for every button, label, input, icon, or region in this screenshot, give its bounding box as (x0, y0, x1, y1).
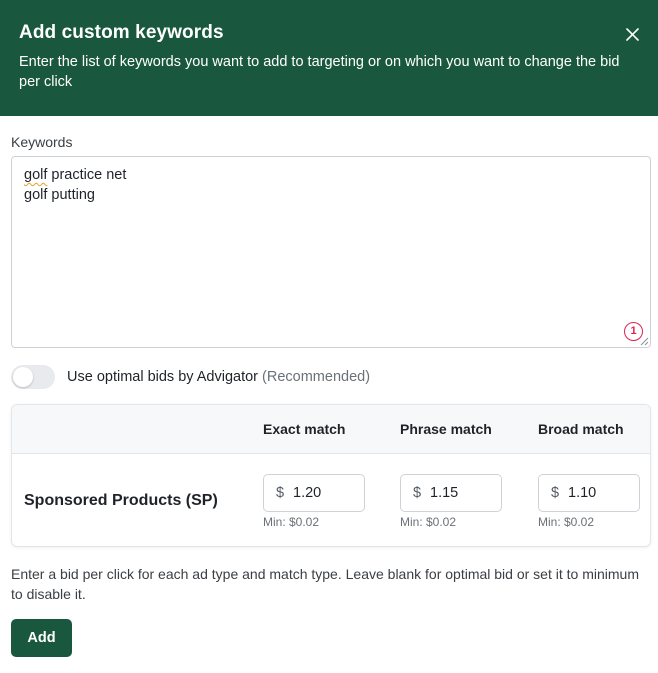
resize-handle-icon[interactable] (640, 337, 649, 346)
help-text: Enter a bid per click for each ad type a… (11, 566, 639, 602)
dialog-subtitle: Enter the list of keywords you want to a… (19, 54, 620, 90)
optimal-bids-text: Use optimal bids by Advigator (67, 369, 259, 385)
phrase-bid-input[interactable]: $ 1.15 (400, 474, 502, 512)
keyword-text: practice net (47, 167, 127, 183)
close-icon (626, 28, 639, 41)
recommended-note: (Recommended) (262, 369, 371, 385)
keywords-label: Keywords (11, 134, 73, 150)
toggle-knob (13, 367, 33, 387)
column-header-phrase: Phrase match (400, 421, 492, 437)
keyword-line: golf putting (24, 187, 95, 203)
close-button[interactable] (624, 26, 641, 43)
row-label-sponsored-products: Sponsored Products (SP) (24, 492, 218, 509)
bid-value: 1.15 (430, 485, 459, 501)
keyword-line: golf practice net (24, 167, 126, 183)
broad-bid-min: Min: $0.02 (538, 515, 595, 529)
bid-table: Exact match Phrase match Broad match Spo… (11, 404, 651, 547)
dialog-header: Add custom keywords Enter the list of ke… (0, 0, 658, 116)
add-button[interactable]: Add (11, 619, 72, 657)
misspelled-word: golf (24, 167, 48, 183)
column-header-broad: Broad match (538, 421, 624, 437)
bid-value: 1.10 (568, 485, 597, 501)
bid-value: 1.20 (293, 485, 322, 501)
exact-bid-input[interactable]: $ 1.20 (263, 474, 365, 512)
phrase-bid-min: Min: $0.02 (400, 515, 457, 529)
keyword-text: golf putting (24, 187, 95, 203)
currency-symbol: $ (276, 485, 285, 501)
column-header-exact: Exact match (263, 421, 346, 437)
optimal-bids-label: Use optimal bids by Advigator (Recommend… (67, 369, 370, 385)
dialog-title: Add custom keywords (19, 22, 224, 43)
keywords-textarea[interactable]: golf practice net golf putting 1 (11, 156, 651, 348)
exact-bid-min: Min: $0.02 (263, 515, 320, 529)
optimal-bids-toggle[interactable] (11, 365, 55, 389)
broad-bid-input[interactable]: $ 1.10 (538, 474, 640, 512)
currency-symbol: $ (551, 485, 560, 501)
currency-symbol: $ (413, 485, 422, 501)
